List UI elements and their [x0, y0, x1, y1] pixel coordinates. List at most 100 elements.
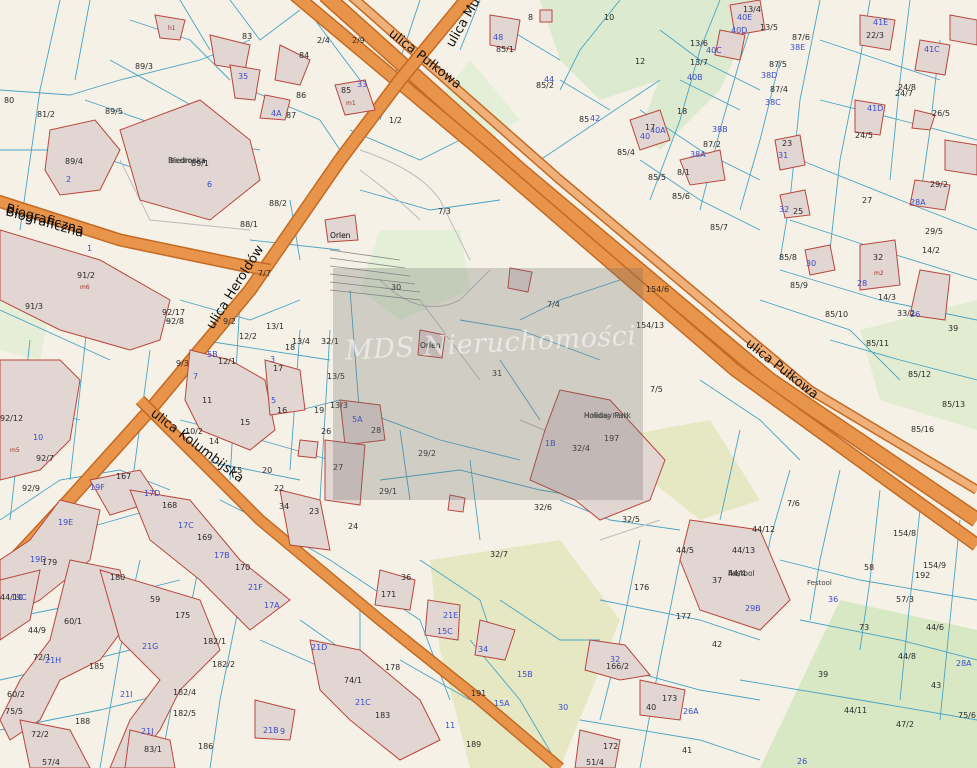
poi-label: Festool	[807, 579, 832, 587]
parcel-number: 60/1	[64, 617, 82, 626]
parcel-number: 7/5	[650, 385, 663, 394]
cadastral-map[interactable]: ulica Pułkowa ulica Mu Biograficzna ulic…	[0, 0, 977, 768]
parcel-number: 22	[274, 484, 284, 493]
address-number: 19F	[90, 483, 105, 492]
parcel-number: 44/8	[898, 652, 916, 661]
parcel-number: 43	[931, 681, 941, 690]
parcel-number: 2/4	[317, 36, 330, 45]
address-number: 40B	[687, 73, 703, 82]
parcel-number: 24/7	[895, 89, 913, 98]
parcel-number: 15	[240, 418, 250, 427]
parcel-number: 170	[235, 563, 250, 572]
parcel-number: 44/11	[844, 706, 867, 715]
parcel-number: 168	[162, 501, 177, 510]
parcel-number: 172	[603, 742, 618, 751]
address-number: 17D	[144, 489, 160, 498]
parcel-number: 87/4	[770, 85, 788, 94]
address-number: 38D	[761, 71, 777, 80]
address-number: 34	[478, 645, 488, 654]
parcel-number: 182/1	[203, 637, 226, 646]
parcel-number: 85/7	[710, 223, 728, 232]
parcel-number: 25	[793, 207, 803, 216]
address-number: 26	[910, 310, 920, 319]
parcel-number: 11	[202, 396, 212, 405]
building-code: m1	[346, 100, 356, 107]
address-number: 41C	[924, 45, 940, 54]
parcel-number: 173	[662, 694, 677, 703]
parcel-number: 171	[381, 590, 396, 599]
parcel-number: 87/2	[703, 140, 721, 149]
address-number: 21D	[311, 643, 327, 652]
address-number: 40D	[731, 26, 747, 35]
parcel-number: 9/2	[223, 317, 236, 326]
parcel-number: 185	[89, 662, 104, 671]
parcel-number: 166/2	[606, 662, 629, 671]
parcel-number: 29/5	[925, 227, 943, 236]
parcel-number: 47/2	[896, 720, 914, 729]
parcel-number: 17	[273, 364, 283, 373]
parcel-number: 42	[712, 640, 722, 649]
parcel-number: 40	[646, 703, 656, 712]
parcel-number: 85/13	[942, 400, 965, 409]
parcel-number: 92/17	[162, 308, 185, 317]
address-number: 17B	[214, 551, 230, 560]
parcel-number: 2/9	[352, 36, 365, 45]
address-number: 21H	[45, 656, 61, 665]
parcel-number: 36	[401, 573, 411, 582]
address-number: 32	[779, 205, 789, 214]
parcel-number: 167	[116, 472, 131, 481]
address-number: 3	[270, 355, 275, 364]
parcel-number: 91/3	[25, 302, 43, 311]
parcel-number: 83	[242, 32, 252, 41]
parcel-number: 8/1	[677, 168, 690, 177]
parcel-number: 92/7	[36, 454, 54, 463]
parcel-number: 92/8	[166, 317, 184, 326]
address-number: 36	[828, 595, 838, 604]
parcel-number: 60/2	[7, 690, 25, 699]
parcel-number: 37	[712, 576, 722, 585]
parcel-number: 18	[285, 343, 295, 352]
parcel-number: 44/6	[926, 623, 944, 632]
address-number: 29B	[745, 604, 761, 613]
parcel-number: 192	[915, 571, 930, 580]
parcel-number: 191	[471, 689, 486, 698]
parcel-number: 19	[314, 406, 324, 415]
address-number: 19C	[11, 593, 27, 602]
parcel-number: 85/5	[648, 173, 666, 182]
parcel-number: 89/3	[135, 62, 153, 71]
parcel-number: 189	[466, 740, 481, 749]
parcel-number: 44/5	[676, 546, 694, 555]
address-number: 28	[857, 279, 867, 288]
address-number: 21B	[263, 726, 279, 735]
address-number: 40E	[737, 13, 752, 22]
parcel-number: 26	[321, 427, 331, 436]
parcel-number: 13/1	[266, 322, 284, 331]
address-number: 40C	[706, 46, 722, 55]
address-number: 38A	[690, 150, 706, 159]
parcel-number: 186	[198, 742, 213, 751]
address-number: 21F	[248, 583, 263, 592]
parcel-number: 85/4	[617, 148, 635, 157]
address-number: 15B	[517, 670, 533, 679]
parcel-number: 85	[579, 115, 589, 124]
address-number: 7	[193, 372, 198, 381]
parcel-number: 75/6	[958, 711, 976, 720]
address-number: 26	[797, 757, 807, 766]
address-number: 2	[66, 175, 71, 184]
parcel-number: 15	[232, 466, 242, 475]
address-number: 21C	[355, 698, 371, 707]
parcel-number: 7/3	[438, 207, 451, 216]
parcel-number: 39	[818, 670, 828, 679]
parcel-number: 24	[348, 522, 358, 531]
address-number: 11	[445, 721, 455, 730]
parcel-number: 169	[197, 533, 212, 542]
address-number: 31	[778, 151, 788, 160]
parcel-number: 41	[682, 746, 692, 755]
address-number: 28A	[910, 198, 926, 207]
parcel-number: 57/4	[42, 758, 60, 767]
parcel-number: 22/3	[866, 31, 884, 40]
parcel-number: 179	[42, 558, 57, 567]
parcel-number: 85/11	[866, 339, 889, 348]
address-number: 17A	[264, 601, 280, 610]
parcel-number: 7/7	[258, 269, 271, 278]
